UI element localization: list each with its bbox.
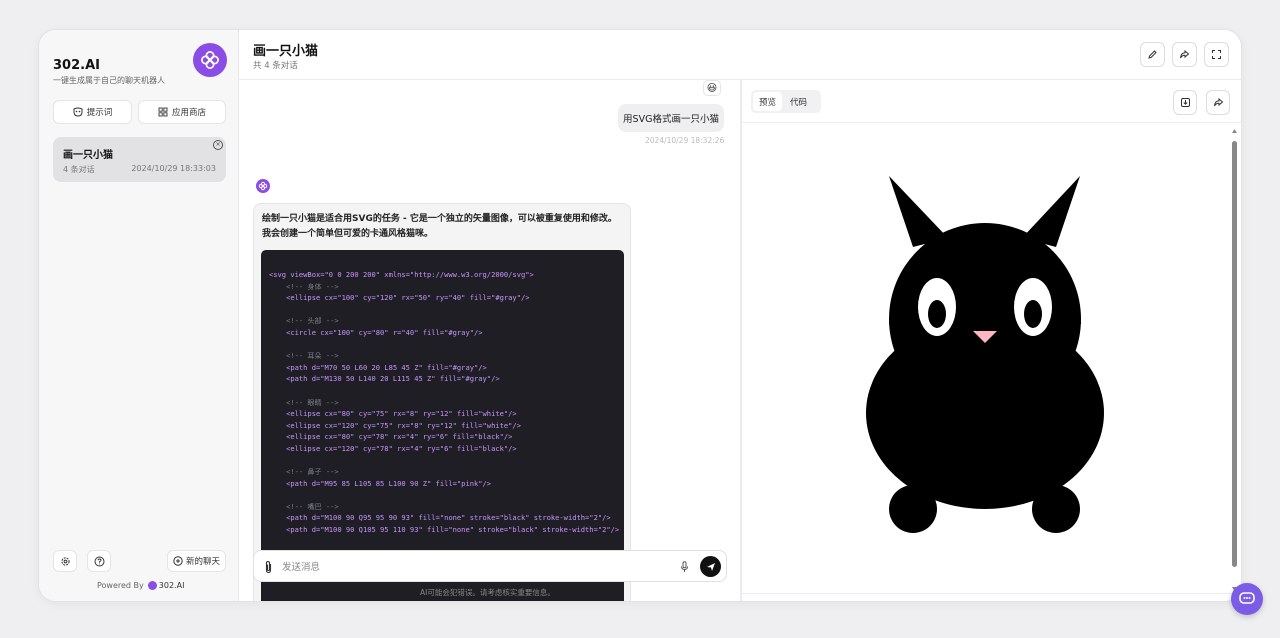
cat-right-pupil: [1024, 300, 1042, 328]
brand-title: 302.AI: [53, 58, 100, 73]
powered-by-label: Powered By: [97, 581, 144, 590]
code-line: <!-- 鼻子 -->: [269, 467, 339, 477]
code-line: <!-- 身体 -->: [269, 281, 339, 291]
cat-right-ear: [1022, 176, 1080, 247]
code-line: <!-- 嘴巴 -->: [269, 501, 339, 511]
code-line: <!-- 眼睛 -->: [269, 397, 339, 407]
edit-button[interactable]: [1140, 42, 1165, 67]
cat-right-paw: [1032, 485, 1080, 533]
disclaimer: AI可能会犯错误。请考虑核实重要信息。: [420, 588, 555, 597]
preview-share-button[interactable]: [1206, 90, 1230, 115]
code-line: <path d="M130 50 L140 20 L115 45 Z" fill…: [269, 374, 500, 384]
preview-scrollbar[interactable]: [1231, 127, 1238, 593]
close-icon[interactable]: ×: [213, 140, 223, 150]
cat-head: [889, 223, 1081, 415]
message-input[interactable]: [282, 559, 662, 575]
tab-code[interactable]: 代码: [784, 92, 813, 111]
new-chat-button[interactable]: 新的聊天: [167, 550, 226, 572]
powered-brand[interactable]: 302.AI: [147, 581, 185, 590]
code-line: <ellipse cx="120" cy="75" rx="8" ry="12"…: [269, 420, 521, 430]
conversation-count: 4 条对话: [63, 165, 95, 174]
user-message-time: 2024/10/29 18:32:26: [645, 136, 725, 145]
code-line: <circle cx="100" cy="80" r="40" fill="#g…: [269, 327, 483, 337]
preview-canvas: [742, 122, 1241, 594]
grid-icon: [158, 107, 168, 117]
scrollbar-thumb[interactable]: [1232, 141, 1237, 567]
code-line: <svg viewBox="0 0 200 200" xmlns="http:/…: [269, 270, 534, 279]
microphone-icon[interactable]: [680, 561, 689, 573]
preview-tabs: 预览 代码: [751, 90, 821, 113]
bot-message-text: 绘制一只小猫是适合用SVG的任务 - 它是一个独立的矢量图像，可以被重复使用和修…: [262, 214, 617, 239]
code-line: <path d="M100 90 Q95 95 90 93" fill="non…: [269, 513, 611, 523]
brand-logo-icon: [193, 43, 227, 77]
gear-icon: [60, 556, 70, 566]
download-button[interactable]: [1173, 90, 1197, 115]
emoji-reaction[interactable]: 😃: [703, 80, 721, 96]
chatbot-fab-button[interactable]: [1231, 583, 1263, 615]
send-icon: [706, 562, 715, 571]
flower-logo-icon: [201, 51, 219, 69]
expand-icon: [1212, 50, 1221, 59]
bot-avatar-icon: [256, 179, 270, 193]
download-icon: [1180, 98, 1190, 107]
sidebar: 302.AI 一键生成属于自己的聊天机器人 提示词 应用商店 画一只小猫 4 条…: [39, 30, 239, 601]
prompt-button-label: 提示词: [86, 108, 113, 118]
code-line: <path d="M100 90 Q105 95 110 93" fill="n…: [269, 525, 620, 535]
scroll-up-icon[interactable]: [1231, 127, 1238, 135]
page-subtitle: 共 4 条对话: [253, 61, 298, 71]
chat-header: 画一只小猫 共 4 条对话: [239, 30, 1241, 80]
chat-panel: 😃 用SVG格式画一只小猫 2024/10/29 18:32:26 绘制一只小猫…: [239, 80, 740, 601]
code-line: <ellipse cx="100" cy="120" rx="50" ry="4…: [269, 293, 530, 303]
code-line: <path d="M95 85 L105 85 L100 90 Z" fill=…: [269, 478, 492, 488]
cat-left-pupil: [928, 300, 946, 328]
conversation-title: 画一只小猫: [63, 150, 113, 161]
fullscreen-button[interactable]: [1204, 42, 1229, 67]
code-line: <ellipse cx="120" cy="78" rx="4" ry="6" …: [269, 443, 517, 453]
plus-circle-icon: [173, 556, 183, 566]
conversation-time: 2024/10/29 18:33:03: [131, 164, 216, 173]
brand-subtitle: 一键生成属于自己的聊天机器人: [53, 76, 165, 85]
code-line: <!-- 头部 -->: [269, 316, 339, 326]
powered-brand-label: 302.AI: [158, 581, 185, 590]
send-button[interactable]: [700, 556, 721, 577]
chat-bubble-icon: [1239, 592, 1255, 604]
code-line: <!-- 耳朵 -->: [269, 351, 339, 361]
cat-left-ear: [889, 176, 948, 247]
bot-message: 绘制一只小猫是适合用SVG的任务 - 它是一个独立的矢量图像，可以被重复使用和修…: [253, 203, 631, 601]
app-window: 302.AI 一键生成属于自己的聊天机器人 提示词 应用商店 画一只小猫 4 条…: [38, 29, 1242, 602]
code-line: <ellipse cx="80" cy="78" rx="4" ry="6" f…: [269, 432, 513, 442]
paperclip-icon[interactable]: [263, 560, 274, 574]
share-icon: [1213, 97, 1223, 107]
page-title: 画一只小猫: [253, 44, 319, 59]
cat-left-paw: [889, 485, 937, 533]
question-circle-icon: [94, 556, 104, 566]
help-button[interactable]: [87, 550, 111, 572]
app-store-button[interactable]: 应用商店: [138, 100, 226, 124]
code-line: <ellipse cx="80" cy="75" rx="8" ry="12" …: [269, 409, 517, 419]
user-message: 用SVG格式画一只小猫: [618, 104, 724, 132]
prompt-button[interactable]: 提示词: [53, 100, 132, 124]
small-logo-icon: [147, 581, 157, 590]
mask-icon: [73, 107, 83, 117]
conversation-item[interactable]: 画一只小猫 4 条对话 2024/10/29 18:33:03 ×: [53, 137, 226, 182]
pencil-icon: [1148, 50, 1157, 59]
code-line: <path d="M70 50 L60 20 L85 45 Z" fill="#…: [269, 362, 487, 372]
powered-by: Powered By 302.AI: [97, 581, 184, 590]
flower-logo-icon: [258, 181, 268, 191]
message-input-box: [253, 550, 727, 582]
app-store-button-label: 应用商店: [171, 108, 206, 118]
tab-preview[interactable]: 预览: [753, 92, 783, 111]
settings-button[interactable]: [53, 550, 77, 572]
new-chat-label: 新的聊天: [185, 557, 220, 567]
share-icon: [1180, 49, 1190, 59]
cat-illustration: [866, 176, 1104, 533]
preview-panel: 预览 代码: [742, 80, 1241, 601]
share-button[interactable]: [1172, 42, 1197, 67]
